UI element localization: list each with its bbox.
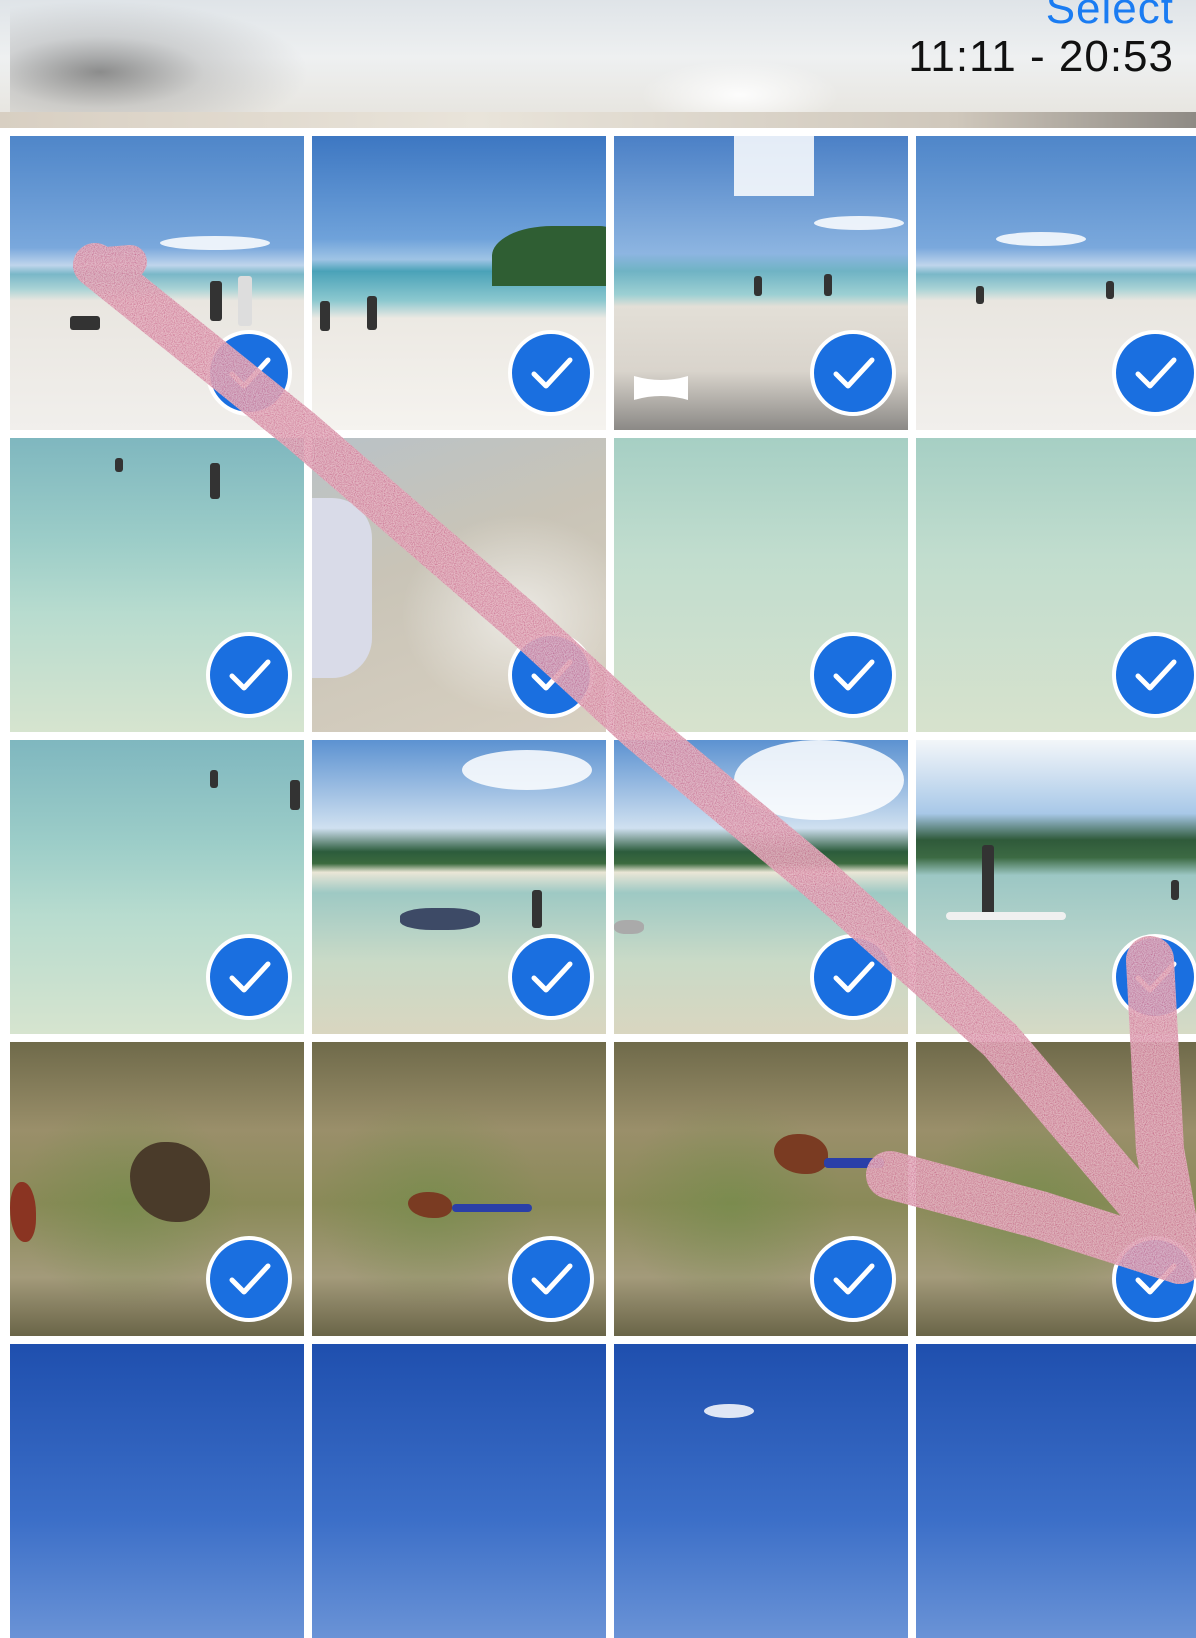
time-range-label: 11:11 - 20:53 xyxy=(908,32,1174,81)
selected-checkmark-icon xyxy=(206,632,292,718)
header-photo-strip xyxy=(10,0,310,120)
sky-photo xyxy=(916,1344,1196,1638)
photo-thumbnail[interactable] xyxy=(312,1344,606,1638)
sky-photo xyxy=(312,1344,606,1638)
selected-checkmark-icon xyxy=(1112,934,1196,1020)
previous-photos-row xyxy=(0,112,1196,128)
photo-thumbnail[interactable] xyxy=(10,1344,304,1638)
photo-thumbnail[interactable] xyxy=(614,136,908,430)
photo-thumbnail[interactable] xyxy=(614,1344,908,1638)
photo-thumbnail[interactable] xyxy=(614,1042,908,1336)
panorama-icon xyxy=(634,376,688,400)
photo-thumbnail[interactable] xyxy=(312,1042,606,1336)
select-button[interactable]: Select xyxy=(1046,0,1174,34)
photo-thumbnail[interactable] xyxy=(10,1042,304,1336)
selected-checkmark-icon xyxy=(810,934,896,1020)
photo-thumbnail[interactable] xyxy=(10,740,304,1034)
selected-checkmark-icon xyxy=(508,1236,594,1322)
photo-thumbnail[interactable] xyxy=(312,438,606,732)
photo-thumbnail[interactable] xyxy=(916,136,1196,430)
photo-thumbnail[interactable] xyxy=(10,438,304,732)
selected-checkmark-icon xyxy=(508,330,594,416)
selected-checkmark-icon xyxy=(1112,632,1196,718)
selected-checkmark-icon xyxy=(206,330,292,416)
photo-thumbnail[interactable] xyxy=(312,136,606,430)
photo-thumbnail[interactable] xyxy=(10,136,304,430)
photo-thumbnail[interactable] xyxy=(916,740,1196,1034)
selected-checkmark-icon xyxy=(1112,1236,1196,1322)
photo-thumbnail[interactable] xyxy=(916,438,1196,732)
selected-checkmark-icon xyxy=(810,330,896,416)
photo-thumbnail[interactable] xyxy=(614,740,908,1034)
top-bar: Select 11:11 - 20:53 xyxy=(0,0,1196,128)
selected-checkmark-icon xyxy=(1112,330,1196,416)
selected-checkmark-icon xyxy=(206,1236,292,1322)
photo-grid xyxy=(10,136,1196,1638)
selected-checkmark-icon xyxy=(206,934,292,1020)
photo-thumbnail[interactable] xyxy=(614,438,908,732)
photo-thumbnail[interactable] xyxy=(916,1042,1196,1336)
photo-thumbnail[interactable] xyxy=(916,1344,1196,1638)
sky-photo xyxy=(10,1344,304,1638)
selected-checkmark-icon xyxy=(508,632,594,718)
selected-checkmark-icon xyxy=(810,1236,896,1322)
selected-checkmark-icon xyxy=(810,632,896,718)
selected-checkmark-icon xyxy=(508,934,594,1020)
photo-thumbnail[interactable] xyxy=(312,740,606,1034)
sky-photo xyxy=(614,1344,908,1638)
